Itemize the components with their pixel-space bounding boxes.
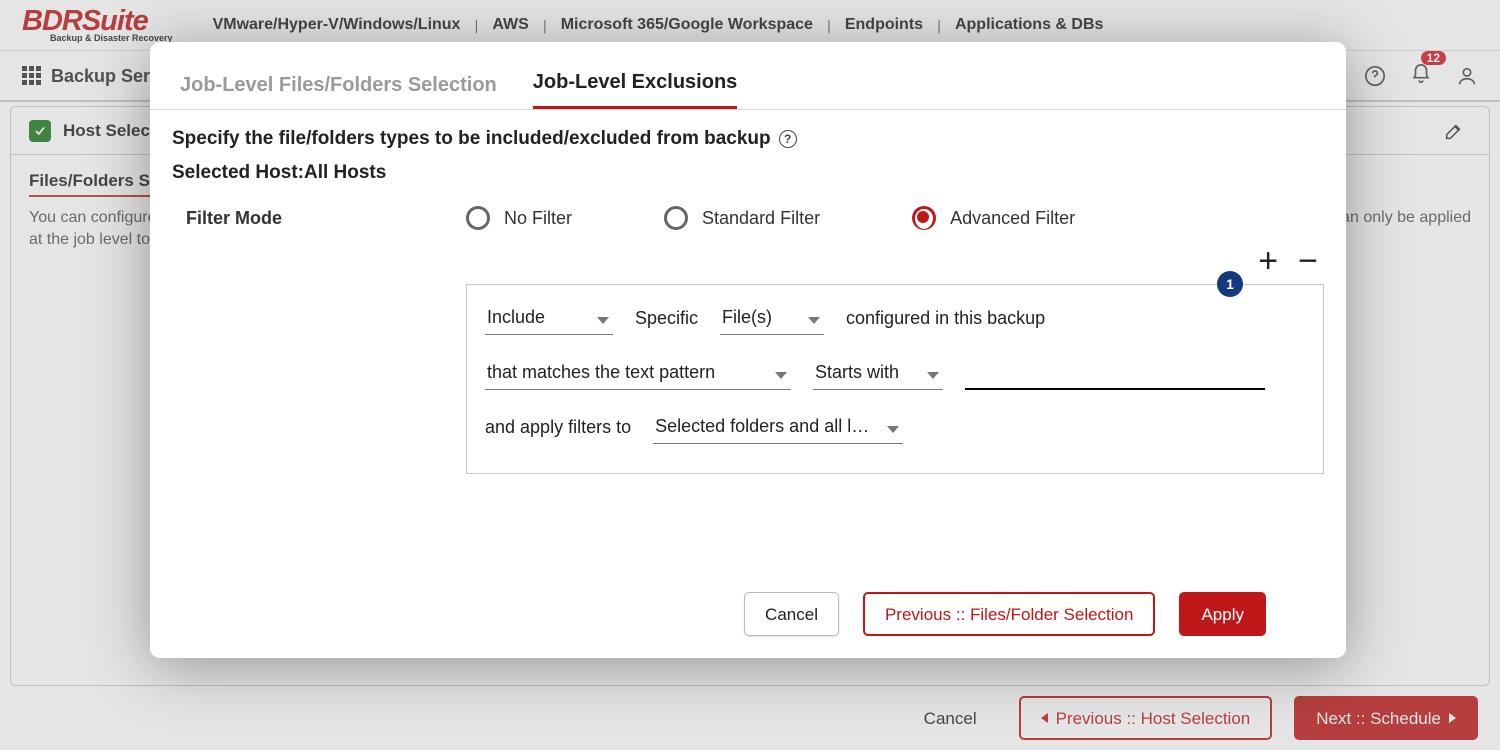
nav-item-apps[interactable]: Applications & DBs [955,17,1103,33]
chevron-right-icon [1449,713,1456,723]
tab-exclusions[interactable]: Job-Level Exclusions [533,72,738,109]
specific-label: Specific [635,308,698,335]
filter-mode-label: Filter Mode [186,208,466,229]
filter-mode-row: Filter Mode No Filter Standard Filter Ad… [186,206,1346,230]
nav-item-endpoints[interactable]: Endpoints [845,17,923,33]
notifications-button[interactable]: 12 [1410,63,1432,89]
exclusions-modal: Job-Level Files/Folders Selection Job-Le… [150,42,1346,658]
chevron-down-icon [775,372,787,379]
select-value: Starts with [815,362,899,383]
chevron-left-icon [1041,713,1048,723]
wizard-next-button[interactable]: Next :: Schedule [1294,696,1478,740]
help-icon[interactable] [1364,65,1386,87]
add-rule-button[interactable]: + [1258,244,1278,278]
include-exclude-select[interactable]: Include [485,307,613,335]
tab-files-selection[interactable]: Job-Level Files/Folders Selection [180,75,497,109]
remove-rule-button[interactable]: − [1298,244,1318,278]
pattern-input[interactable] [965,361,1265,390]
radio-icon [466,206,490,230]
rule-index-badge: 1 [1217,271,1243,297]
select-value: that matches the text pattern [487,362,715,383]
wizard-prev-label: Previous :: Host Selection [1056,710,1251,727]
selected-host-value: All Hosts [304,162,386,183]
selected-host-label: Selected Host: [172,162,304,183]
modal-cancel-button[interactable]: Cancel [744,592,839,636]
radio-icon [912,206,936,230]
bell-icon [1410,63,1432,85]
wizard-cancel-button[interactable]: Cancel [904,696,997,740]
nav-item-vmware[interactable]: VMware/Hyper-V/Windows/Linux [213,17,461,33]
modal-subheader: Specify the file/folders types to be inc… [172,128,771,150]
radio-icon [664,206,688,230]
modal-tabs: Job-Level Files/Folders Selection Job-Le… [150,42,1346,110]
nav-item-aws[interactable]: AWS [492,17,528,33]
modal-apply-button[interactable]: Apply [1179,592,1266,636]
select-value: Include [487,307,545,328]
apply-label: and apply filters to [485,417,631,444]
chevron-down-icon [597,317,609,324]
brand-logo: BDRSuite Backup & Disaster Recovery [22,7,173,43]
select-value: Selected folders and all levels o… [655,416,871,437]
nav-item-m365[interactable]: Microsoft 365/Google Workspace [561,17,813,33]
notification-count: 12 [1421,51,1446,65]
chevron-down-icon [887,426,899,433]
match-op-select[interactable]: Starts with [813,362,943,390]
radio-label: Advanced Filter [950,208,1075,229]
apply-scope-select[interactable]: Selected folders and all levels o… [653,416,903,444]
radio-advanced-filter[interactable]: Advanced Filter [912,206,1075,230]
check-icon [29,120,51,142]
wizard-prev-button[interactable]: Previous :: Host Selection [1019,696,1273,740]
match-mode-select[interactable]: that matches the text pattern [485,362,791,390]
brand-name: BDRSuite [22,7,173,36]
wizard-footer: Cancel Previous :: Host Selection Next :… [0,686,1500,750]
info-icon[interactable]: ? [779,130,797,148]
select-value: File(s) [722,307,772,328]
radio-standard-filter[interactable]: Standard Filter [664,206,820,230]
edit-icon[interactable] [1443,120,1465,142]
wizard-next-label: Next :: Schedule [1316,710,1441,727]
user-icon[interactable] [1456,65,1478,87]
apps-grid-icon[interactable] [22,66,41,85]
radio-label: No Filter [504,208,572,229]
target-type-select[interactable]: File(s) [720,307,824,335]
chevron-down-icon [808,317,820,324]
radio-label: Standard Filter [702,208,820,229]
modal-prev-button[interactable]: Previous :: Files/Folder Selection [863,592,1156,636]
chevron-down-icon [927,372,939,379]
rule-box: 1 Include Specific File(s) configured in… [466,284,1324,474]
configured-label: configured in this backup [846,308,1045,335]
radio-no-filter[interactable]: No Filter [466,206,572,230]
